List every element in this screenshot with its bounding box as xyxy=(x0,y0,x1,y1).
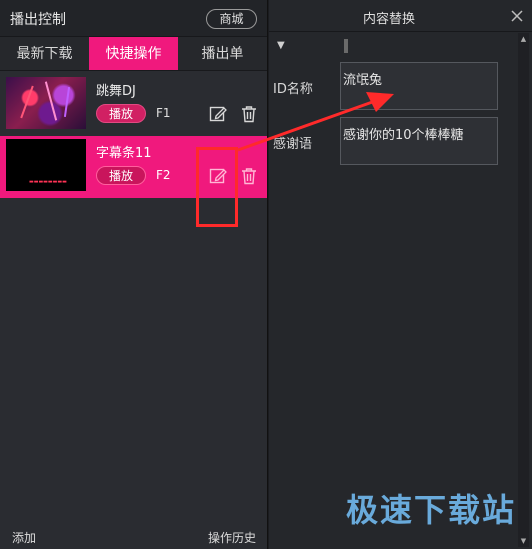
item-name: 字幕条11 xyxy=(96,146,152,161)
close-icon[interactable] xyxy=(510,9,524,23)
field-label: 感谢语 xyxy=(273,137,313,152)
item-name: 跳舞DJ xyxy=(96,84,136,99)
resize-handle[interactable] xyxy=(344,39,348,53)
edit-icon[interactable] xyxy=(208,166,228,186)
list-item[interactable]: 跳舞DJ 播放 F1 xyxy=(0,74,267,136)
edit-icon[interactable] xyxy=(208,104,228,124)
tab-playlist[interactable]: 播出单 xyxy=(178,37,267,70)
scroll-down-icon[interactable]: ▼ xyxy=(518,535,529,547)
tab-bar: 最新下载 快捷操作 播出单 xyxy=(0,37,267,71)
broadcast-control-header: 播出控制 商城 xyxy=(0,0,267,37)
history-button[interactable]: 操作历史 xyxy=(208,529,256,546)
vertical-scrollbar[interactable]: ▲ ▼ xyxy=(518,33,529,547)
panel-title: 播出控制 xyxy=(10,12,66,28)
scroll-up-icon[interactable]: ▲ xyxy=(518,33,529,45)
content-replace-header: 内容替换 xyxy=(269,0,532,32)
hotkey-label: F2 xyxy=(156,168,171,182)
add-button[interactable]: 添加 xyxy=(12,529,36,546)
list-item-selected[interactable]: ▬▬▬▬▬▬▬▬ 字幕条11 播放 F2 xyxy=(0,136,267,198)
thanks-message-field[interactable]: 感谢你的10个棒棒糖 xyxy=(340,117,498,165)
tab-latest-downloads[interactable]: 最新下载 xyxy=(0,37,89,70)
trash-icon[interactable] xyxy=(239,104,259,124)
id-name-field[interactable]: 流氓兔 xyxy=(340,62,498,110)
shop-button[interactable]: 商城 xyxy=(206,9,257,29)
trash-icon[interactable] xyxy=(239,166,259,186)
panel-footer: 添加 操作历史 xyxy=(0,525,268,549)
broadcast-control-panel: 播出控制 商城 最新下载 快捷操作 播出单 跳舞DJ 播放 F1 ▬▬▬▬▬▬▬… xyxy=(0,0,268,549)
panel-title: 内容替换 xyxy=(362,12,415,27)
hotkey-label: F1 xyxy=(156,106,171,120)
play-button[interactable]: 播放 xyxy=(96,104,146,123)
content-replace-panel: 内容替换 ▼ ID名称 流氓兔 感谢语 感谢你的10个棒棒糖 ▲ ▼ xyxy=(269,0,532,549)
item-thumbnail xyxy=(6,77,86,129)
item-thumbnail: ▬▬▬▬▬▬▬▬ xyxy=(6,139,86,191)
play-button[interactable]: 播放 xyxy=(96,166,146,185)
field-label: ID名称 xyxy=(273,82,313,97)
collapse-toggle-icon[interactable]: ▼ xyxy=(277,40,285,51)
watermark-logo: 极速下载站 xyxy=(345,491,516,529)
tab-quick-actions[interactable]: 快捷操作 xyxy=(89,37,178,70)
